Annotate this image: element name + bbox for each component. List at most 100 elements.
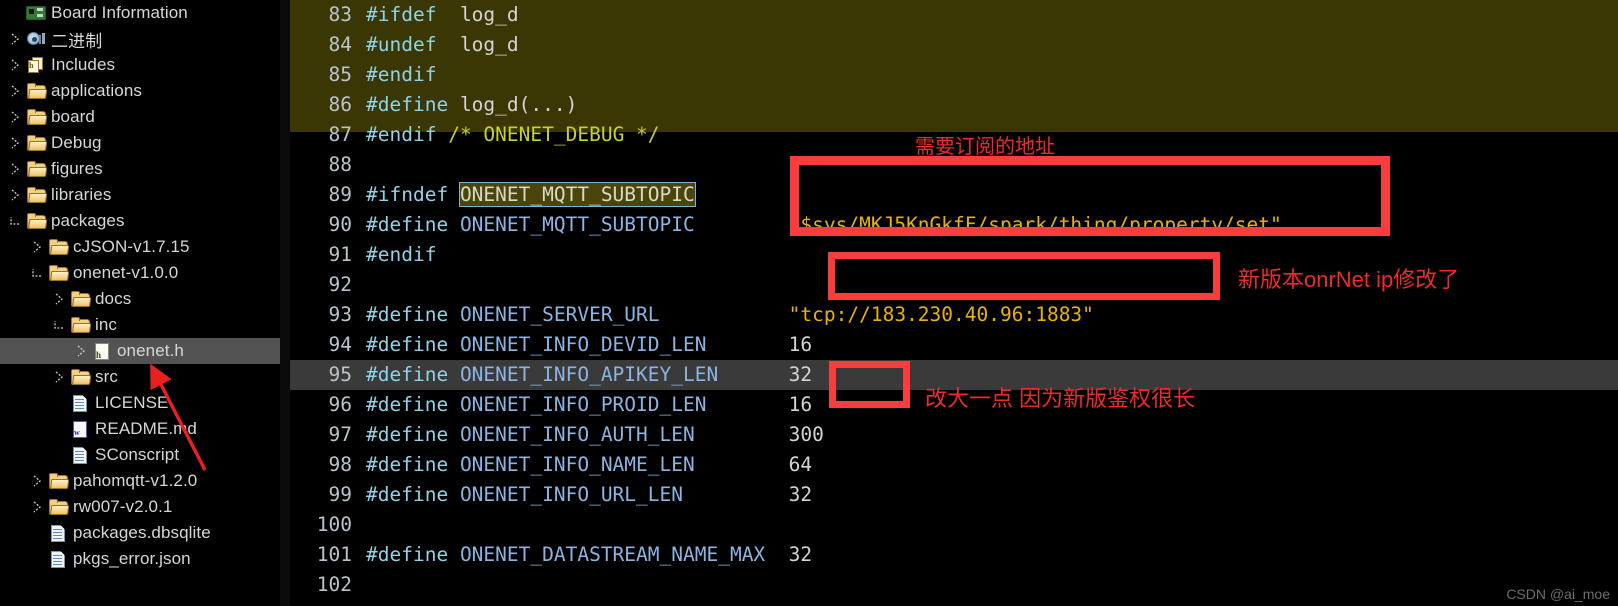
code-line[interactable]: 99 #define ONENET_INFO_URL_LEN 32: [290, 480, 1618, 510]
tree-item-label: docs: [95, 289, 132, 308]
code-token: log_d: [459, 3, 519, 26]
tree-item-onenet-h[interactable]: h onenet.h: [0, 338, 290, 364]
tree-item-label: onenet.h: [117, 341, 184, 360]
twisty-collapsed-icon[interactable]: [28, 241, 46, 253]
twisty-collapsed-icon[interactable]: [6, 189, 24, 201]
tree-item-applications[interactable]: applications: [0, 78, 290, 104]
code-line-text: struct rt_onenet_info: [366, 600, 613, 606]
tree-item-inc[interactable]: inc: [0, 312, 290, 338]
tree-item-packages-dbsqlite[interactable]: packages.dbsqlite: [0, 520, 290, 546]
code-token: ONENET_INFO_AUTH_LEN: [459, 423, 695, 446]
tree-item-license[interactable]: LICENSE: [0, 390, 290, 416]
line-number: 96: [328, 393, 352, 416]
tree-item-label: packages: [51, 211, 125, 230]
twisty-collapsed-icon[interactable]: [50, 293, 68, 305]
line-number: 103: [290, 600, 352, 606]
tree-item-rw007-v2-0-1[interactable]: rw007-v2.0.1: [0, 494, 290, 520]
line-number: 99: [328, 483, 352, 506]
tree-item-libraries[interactable]: libraries: [0, 182, 290, 208]
project-explorer-tree[interactable]: Board Information 二进制 h Includes application…: [0, 0, 290, 606]
line-number: 87: [328, 123, 352, 146]
tree-item-label: figures: [51, 159, 103, 178]
code-lines[interactable]: 83 #ifdef log_d 84 #undef log_d 85 #endif 86 #d…: [290, 0, 1618, 606]
code-line[interactable]: 101 #define ONENET_DATASTREAM_NAME_MAX 32: [290, 540, 1618, 570]
code-line[interactable]: 102: [290, 570, 1618, 600]
twisty-collapsed-icon[interactable]: [6, 137, 24, 149]
code-line-text: #define ONENET_INFO_AUTH_LEN 300: [366, 420, 824, 450]
tree-item-sconscript[interactable]: SConscript: [0, 442, 290, 468]
line-number: 95: [328, 363, 352, 386]
tree-item-board-information[interactable]: Board Information: [0, 0, 290, 26]
tree-item-label: pkgs_error.json: [73, 549, 191, 568]
code-line[interactable]: 85 #endif: [290, 60, 1618, 90]
code-line[interactable]: 86 #define log_d(...): [290, 90, 1618, 120]
line-number: 83: [328, 3, 352, 26]
tree-item-[interactable]: 二进制: [0, 26, 290, 52]
twisty-expanded-icon[interactable]: [28, 267, 46, 279]
tree-item-pkgs-error-json[interactable]: pkgs_error.json: [0, 546, 290, 572]
twisty-collapsed-icon[interactable]: [28, 501, 46, 513]
code-line[interactable]: 94 #define ONENET_INFO_DEVID_LEN 16: [290, 330, 1618, 360]
line-number: 91: [328, 243, 352, 266]
code-line[interactable]: 90 #define ONENET_MQTT_SUBTOPIC "$sys/MKJ…: [290, 210, 1618, 240]
code-token: ONENET_INFO_PROID_LEN: [459, 393, 707, 416]
code-line[interactable]: 98 #define ONENET_INFO_NAME_LEN 64: [290, 450, 1618, 480]
line-number: 98: [328, 453, 352, 476]
line-number: 94: [328, 333, 352, 356]
code-line[interactable]: 84 #undef log_d: [290, 30, 1618, 60]
code-line[interactable]: 97 #define ONENET_INFO_AUTH_LEN 300: [290, 420, 1618, 450]
tree-item-onenet-v1-0-0[interactable]: onenet-v1.0.0: [0, 260, 290, 286]
code-editor[interactable]: 83 #ifdef log_d 84 #undef log_d 85 #endif 86 #d…: [290, 0, 1618, 606]
code-token: #define: [366, 453, 449, 476]
code-token: ONENET_INFO_APIKEY_LEN: [459, 363, 719, 386]
chip-icon: [24, 6, 48, 20]
twisty-collapsed-icon[interactable]: [50, 371, 68, 383]
folder-icon: [24, 186, 48, 203]
tree-item-packages[interactable]: packages: [0, 208, 290, 234]
tree-item-docs[interactable]: docs: [0, 286, 290, 312]
tree-item-figures[interactable]: figures: [0, 156, 290, 182]
twisty-collapsed-icon[interactable]: [28, 475, 46, 487]
code-line-text: #define ONENET_MQTT_SUBTOPIC "$sys/MKJ5K…: [366, 210, 1282, 240]
code-line[interactable]: 100: [290, 510, 1618, 540]
watermark-label: CSDN @ai_moe: [1506, 586, 1610, 602]
line-number: 88: [328, 153, 352, 176]
tree-item-src[interactable]: src: [0, 364, 290, 390]
code-line[interactable]: 83 #ifdef log_d: [290, 0, 1618, 30]
twisty-collapsed-icon[interactable]: [6, 85, 24, 97]
twisty-expanded-icon[interactable]: [6, 215, 24, 227]
code-token: #ifdef: [366, 3, 437, 26]
editor-left-gutter[interactable]: [280, 0, 290, 606]
tree-item-includes[interactable]: h Includes: [0, 52, 290, 78]
code-fold-marker[interactable]: •: [356, 600, 366, 606]
code-line[interactable]: 93 #define ONENET_SERVER_URL "tcp://183.2…: [290, 300, 1618, 330]
code-line[interactable]: 103 •struct rt_onenet_info: [290, 600, 1618, 606]
tree-item-cjson-v1-7-15[interactable]: cJSON-v1.7.15: [0, 234, 290, 260]
tree-item-debug[interactable]: Debug: [0, 130, 290, 156]
tree-item-readme-md[interactable]: w README.md: [0, 416, 290, 442]
twisty-collapsed-icon[interactable]: [6, 59, 24, 71]
occurrence-highlight-token: ONENET_MQTT_SUBTOPIC: [458, 182, 696, 207]
code-line[interactable]: 89 #ifndef ONENET_MQTT_SUBTOPIC: [290, 180, 1618, 210]
twisty-collapsed-icon[interactable]: [6, 33, 24, 45]
code-token: 300: [788, 423, 824, 446]
tree-item-board[interactable]: board: [0, 104, 290, 130]
line-number: 85: [328, 63, 352, 86]
tree-item-pahomqtt-v1-2-0[interactable]: pahomqtt-v1.2.0: [0, 468, 290, 494]
code-token: ONENET_DATASTREAM_NAME_MAX: [459, 543, 766, 566]
twisty-collapsed-icon[interactable]: [72, 345, 90, 357]
code-token: #endif: [366, 243, 437, 266]
folder-icon: [24, 134, 48, 151]
twisty-collapsed-icon[interactable]: [6, 111, 24, 123]
code-token: #endif: [366, 63, 437, 86]
twisty-expanded-icon[interactable]: [50, 319, 68, 331]
code-line-text: #define ONENET_INFO_DEVID_LEN 16: [366, 330, 812, 360]
folder-icon: [24, 212, 48, 229]
twisty-collapsed-icon[interactable]: [6, 163, 24, 175]
